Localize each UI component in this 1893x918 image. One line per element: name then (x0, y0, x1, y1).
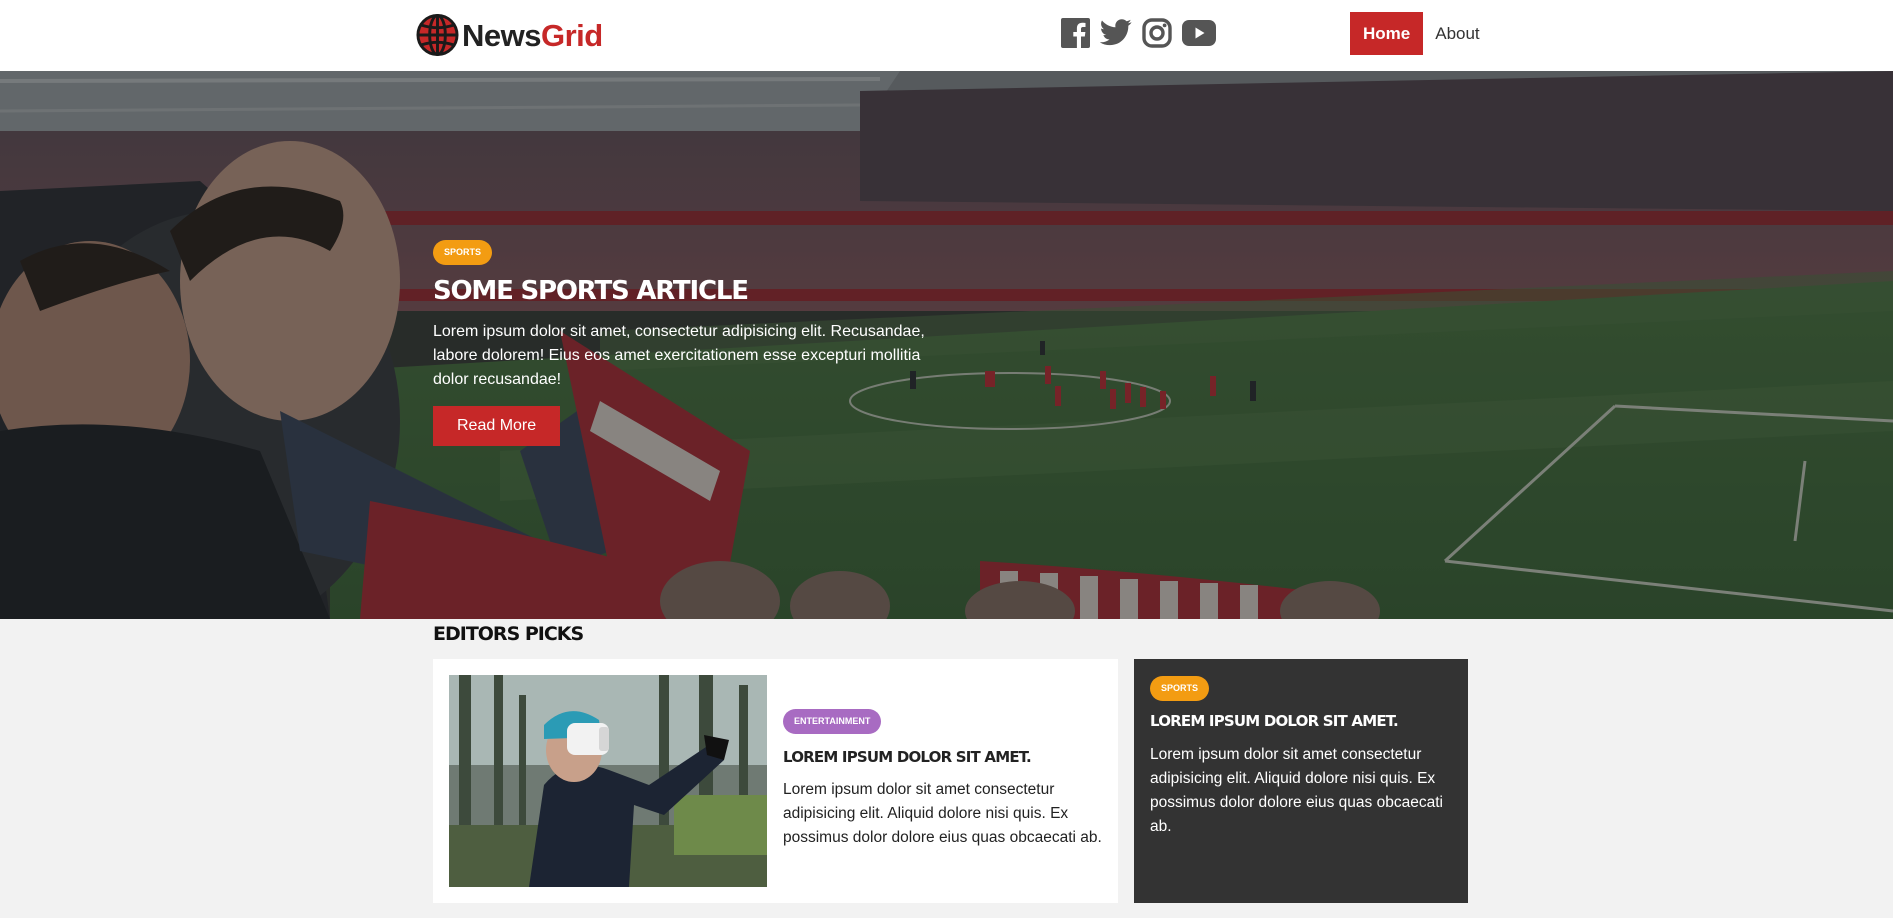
instagram-icon (1142, 18, 1172, 48)
brand-news: News (462, 17, 541, 53)
read-more-button[interactable]: Read More (433, 406, 561, 446)
section-title: Editors Picks (433, 623, 584, 645)
article-title[interactable]: Lorem ipsum dolor sit amet. (1150, 711, 1455, 731)
hero-title: Some Sports Article (433, 276, 749, 306)
side-article-card[interactable]: Sports Lorem ipsum dolor sit amet. Lorem… (1134, 659, 1468, 903)
category-badge[interactable]: Sports (433, 240, 493, 265)
article-title[interactable]: Lorem ipsum dolor sit amet. (783, 747, 1103, 767)
youtube-icon (1182, 20, 1216, 46)
category-badge[interactable]: Sports (1150, 676, 1210, 701)
article-excerpt: Lorem ipsum dolor sit amet consectetur a… (783, 781, 1102, 846)
instagram-link[interactable] (1142, 18, 1172, 48)
side-article-body: Sports Lorem ipsum dolor sit amet. Lorem… (1150, 676, 1455, 839)
youtube-link[interactable] (1182, 20, 1216, 46)
social-links (1061, 17, 1226, 49)
featured-article-body: Entertainment Lorem ipsum dolor sit amet… (783, 709, 1103, 850)
nav-home-link[interactable]: Home (1350, 12, 1424, 55)
brand-name: NewsGrid (462, 20, 603, 51)
featured-article-card[interactable]: Entertainment Lorem ipsum dolor sit amet… (433, 659, 1118, 903)
twitter-icon (1100, 19, 1132, 46)
category-badge[interactable]: Entertainment (783, 709, 882, 734)
main-nav: Home About (1350, 12, 1480, 55)
hero-text: Lorem ipsum dolor sit amet, consectetur … (433, 323, 925, 388)
twitter-link[interactable] (1100, 19, 1132, 47)
hero-content: Sports Some Sports Article Lorem ipsum d… (433, 240, 973, 446)
article-image (449, 675, 767, 887)
vr-headset-photo (449, 675, 767, 887)
brand-grid: Grid (540, 17, 603, 53)
brand-logo[interactable]: NewsGrid (416, 12, 603, 58)
facebook-link[interactable] (1061, 18, 1090, 48)
facebook-icon (1061, 18, 1090, 48)
globe-icon (416, 13, 459, 57)
article-excerpt: Lorem ipsum dolor sit amet consectetur a… (1150, 746, 1443, 835)
navbar: NewsGrid Home About (0, 0, 1893, 71)
nav-about-link[interactable]: About (1435, 24, 1479, 44)
hero-showcase: Sports Some Sports Article Lorem ipsum d… (0, 71, 1893, 619)
